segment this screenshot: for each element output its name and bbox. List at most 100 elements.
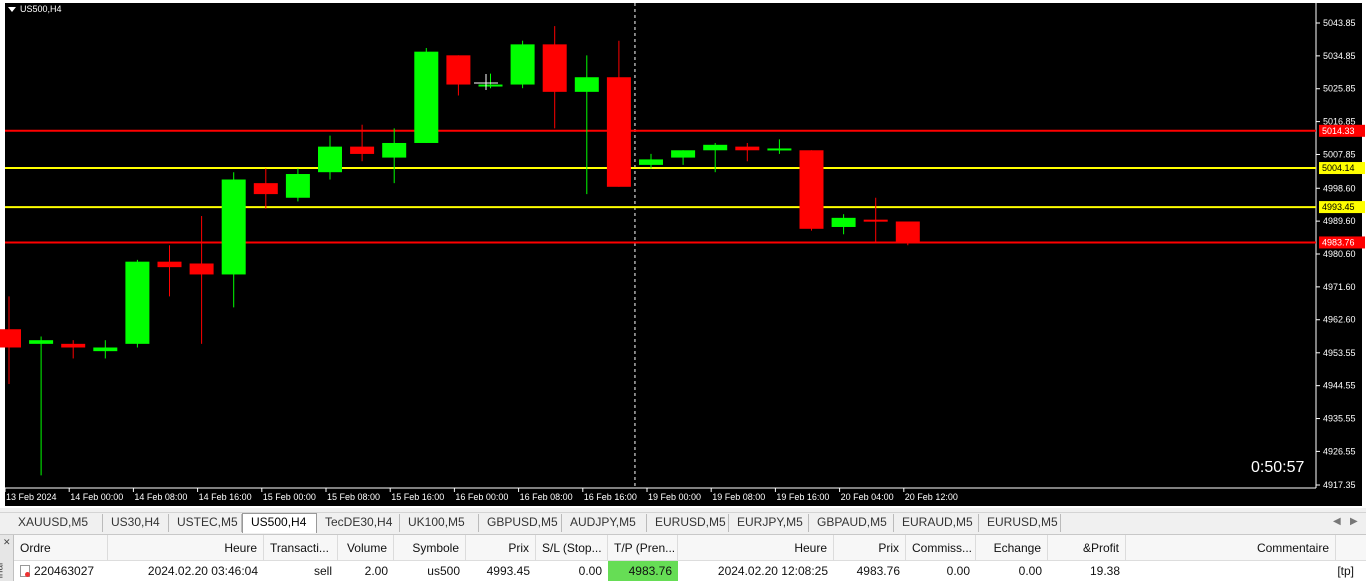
candle-body	[831, 217, 856, 227]
chart-menu-triangle-icon[interactable]	[8, 6, 16, 12]
candle-body	[157, 261, 182, 268]
chart-tab[interactable]: TecDE30,H4	[317, 514, 400, 532]
cell-tp: 4983.76	[608, 561, 678, 581]
chart-tab[interactable]: EURUSD,M5	[979, 514, 1061, 532]
time-tick-label: 16 Feb 08:00	[520, 492, 573, 502]
chart-tab[interactable]: US500,H4	[242, 513, 317, 533]
candle-body	[510, 44, 535, 85]
history-table-row[interactable]: 220463027 2024.02.20 03:46:04 sell 2.00 …	[14, 561, 1366, 581]
cell-prix-close: 4983.76	[856, 564, 900, 578]
col-tp[interactable]: T/P (Pren...	[608, 535, 678, 561]
chart-window[interactable]: 5043.85 5034.85 5025.85 5016.85 5007.85 4998.…	[0, 0, 1366, 508]
bar-countdown-timer: 0:50:57	[1251, 459, 1305, 476]
time-tick-label: 14 Feb 16:00	[199, 492, 252, 502]
cell-heure-close: 2024.02.20 12:08:25	[717, 564, 828, 578]
terminal-panel: ✕ inal Ordre Heure Transacti... Volume S…	[0, 534, 1366, 581]
price-tick-label: 4953.55	[1323, 348, 1356, 358]
time-tick-label: 20 Feb 04:00	[841, 492, 894, 502]
candle-body	[446, 55, 471, 85]
chart-tab[interactable]: USTEC,M5	[169, 514, 242, 532]
price-tick-label: 4935.55	[1323, 414, 1356, 424]
col-commission[interactable]: Commiss...	[906, 535, 976, 561]
candle-body	[478, 84, 503, 87]
chart-tab[interactable]: GBPUSD,M5	[479, 514, 562, 532]
price-tick-label: 4989.60	[1323, 216, 1356, 226]
col-profit[interactable]: &Profit	[1048, 535, 1126, 561]
col-ordre[interactable]: Ordre	[14, 535, 108, 561]
col-prix-close[interactable]: Prix	[834, 535, 906, 561]
time-tick-label: 13 Feb 2024	[6, 492, 57, 502]
time-tick-label: 15 Feb 08:00	[327, 492, 380, 502]
time-tick-label: 19 Feb 16:00	[776, 492, 829, 502]
terminal-close-icon[interactable]: ✕	[3, 537, 11, 548]
terminal-side-strip: ✕ inal	[0, 535, 14, 581]
chart-tab[interactable]: XAUUSD,M5	[10, 514, 103, 532]
price-tick-label: 4944.55	[1323, 381, 1356, 391]
cell-commission: 0.00	[946, 564, 970, 578]
candle-body	[93, 347, 118, 352]
price-level-tag-label: 5014.33	[1322, 126, 1355, 136]
candle-body	[285, 174, 310, 198]
cell-type: sell	[313, 564, 332, 578]
chart-tab[interactable]: US30,H4	[103, 514, 169, 532]
price-tick-label: 5007.85	[1323, 149, 1356, 159]
chart-symbol-label[interactable]: US500,H4	[8, 4, 62, 14]
price-chart[interactable]: 5043.855034.855025.855016.855007.854998.…	[0, 0, 1366, 508]
col-echange[interactable]: Echange	[976, 535, 1048, 561]
price-level-tag-label: 4983.76	[1322, 237, 1355, 247]
cell-symbole: us500	[427, 564, 460, 578]
time-tick-label: 15 Feb 00:00	[263, 492, 316, 502]
price-tick-label: 5025.85	[1323, 84, 1356, 94]
candle-body	[382, 142, 407, 158]
price-level-tag-label: 4993.45	[1322, 202, 1355, 212]
tab-scroll-left-icon[interactable]: ◀	[1333, 516, 1341, 527]
col-heure-close[interactable]: Heure	[678, 535, 834, 561]
price-tick-label: 4917.35	[1323, 480, 1356, 490]
col-heure-open[interactable]: Heure	[108, 535, 264, 561]
candle-body	[574, 77, 599, 92]
candle-body	[61, 343, 86, 348]
candle-body	[735, 146, 760, 151]
candle-body	[895, 221, 920, 244]
time-tick-label: 14 Feb 00:00	[70, 492, 123, 502]
col-symbole[interactable]: Symbole	[394, 535, 466, 561]
time-tick-label: 19 Feb 08:00	[712, 492, 765, 502]
chart-tab[interactable]: GBPAUD,M5	[809, 514, 894, 532]
chart-tab[interactable]: EURAUD,M5	[894, 514, 979, 532]
price-level-tag-label: 5004.14	[1322, 163, 1355, 173]
candle-body	[799, 150, 824, 229]
chart-tab-bar: XAUUSD,M5 US30,H4 USTEC,M5 US500,H4 TecDE30,…	[0, 512, 1366, 533]
price-tick-label: 4962.60	[1323, 315, 1356, 325]
candle-body	[221, 179, 246, 275]
chart-tab[interactable]: UK100,M5	[400, 514, 479, 532]
price-tick-label: 4998.60	[1323, 183, 1356, 193]
candle-body	[0, 329, 21, 348]
tab-scroll-right-icon[interactable]: ▶	[1350, 516, 1358, 527]
cell-ordre: 220463027	[14, 561, 108, 581]
chart-tab[interactable]: EURUSD,M5	[647, 514, 729, 532]
candle-body	[863, 219, 888, 222]
time-tick-label: 15 Feb 16:00	[391, 492, 444, 502]
sell-order-icon	[20, 565, 30, 577]
col-volume[interactable]: Volume	[338, 535, 394, 561]
col-prix-open[interactable]: Prix	[466, 535, 536, 561]
col-commentaire[interactable]: Commentaire	[1126, 535, 1336, 561]
col-sl[interactable]: S/L (Stop...	[536, 535, 608, 561]
terminal-side-label: inal	[0, 562, 6, 579]
chart-tab[interactable]: EURJPY,M5	[729, 514, 809, 532]
history-table-header: Ordre Heure Transacti... Volume Symbole …	[14, 535, 1366, 561]
candle-body	[414, 51, 439, 143]
col-transaction[interactable]: Transacti...	[264, 535, 338, 561]
price-tick-label: 4971.60	[1323, 282, 1356, 292]
candle-body	[542, 44, 567, 92]
candle-body	[350, 146, 375, 154]
time-tick-label: 16 Feb 16:00	[584, 492, 637, 502]
time-tick-label: 19 Feb 00:00	[648, 492, 701, 502]
price-tick-label: 4926.55	[1323, 446, 1356, 456]
chart-tab[interactable]: AUDJPY,M5	[562, 514, 647, 532]
price-tick-label: 5034.85	[1323, 51, 1356, 61]
candle-body	[671, 150, 696, 158]
time-tick-label: 14 Feb 08:00	[134, 492, 187, 502]
chart-symbol-text: US500,H4	[20, 4, 62, 14]
candle-body	[125, 261, 150, 344]
